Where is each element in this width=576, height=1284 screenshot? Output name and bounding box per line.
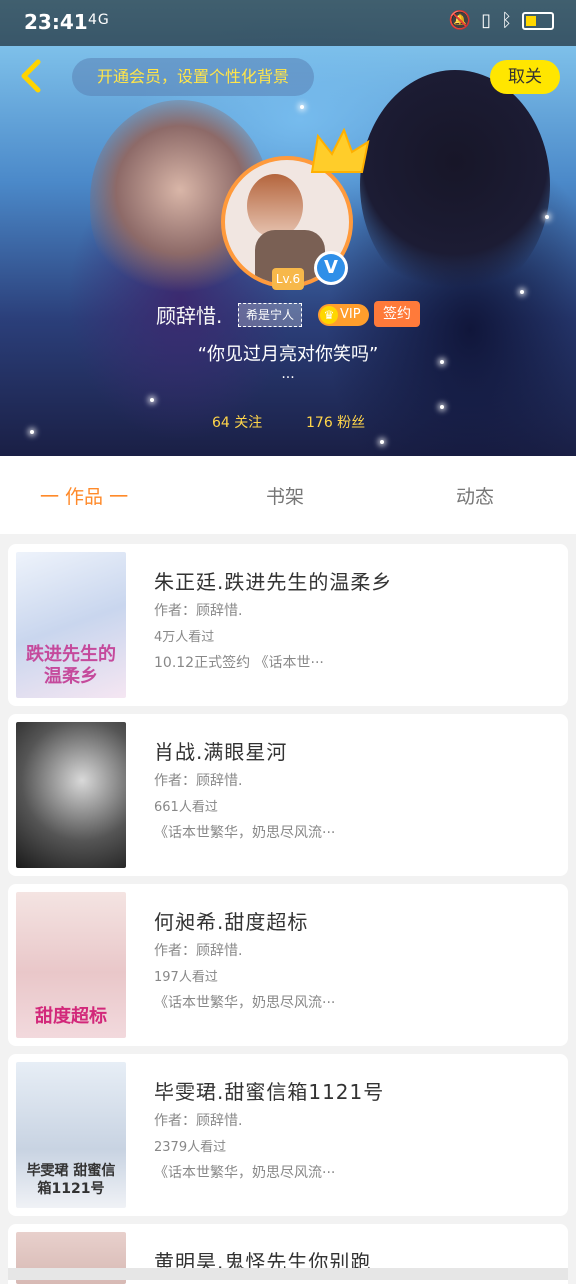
- scrollbar[interactable]: [8, 1268, 568, 1280]
- work-card[interactable]: 毕雯珺 甜蜜信箱1121号 毕雯珺.甜蜜信箱1121号 作者：顾辞惜. 2379…: [8, 1054, 568, 1216]
- follow-count[interactable]: 64 关注: [212, 412, 262, 432]
- level-badge: Lv.6: [272, 268, 304, 290]
- work-reads: 4万人看过: [154, 630, 215, 645]
- sparkle-icon: [545, 215, 549, 219]
- battery-icon: [522, 11, 554, 30]
- work-author: 作者：顾辞惜.: [154, 603, 243, 619]
- status-bar: 23:41 4G 🔕 ▯ ᛒ: [0, 0, 576, 46]
- back-icon[interactable]: [14, 58, 50, 94]
- cover-title: 跌进先生的温柔乡: [26, 644, 116, 687]
- crown-small-icon: ♛: [320, 306, 338, 324]
- profile-tabs: 一 作品 一 书架 动态: [0, 456, 576, 534]
- vip-label: VIP: [340, 307, 361, 322]
- tab-activity[interactable]: 动态: [456, 482, 494, 509]
- work-author: 作者：顾辞惜.: [154, 1113, 243, 1129]
- work-reads: 2379人看过: [154, 1140, 227, 1155]
- background-figure-right: [360, 70, 550, 300]
- sparkle-icon: [440, 405, 444, 409]
- motto-expand[interactable]: ···: [0, 370, 576, 386]
- work-author: 作者：顾辞惜.: [154, 943, 243, 959]
- work-cover[interactable]: [16, 722, 126, 868]
- work-cover[interactable]: 跌进先生的温柔乡: [16, 552, 126, 698]
- sparkle-icon: [300, 105, 304, 109]
- profile-motto: “你见过月亮对你笑吗”: [197, 344, 379, 365]
- signed-badge: 签约: [374, 301, 420, 327]
- bluetooth-icon: ᛒ: [501, 10, 512, 31]
- work-description: 《话本世繁华，奶思尽风流···: [154, 1165, 336, 1181]
- work-card[interactable]: 甜度超标 何昶希.甜度超标 作者：顾辞惜. 197人看过 《话本世繁华，奶思尽风…: [8, 884, 568, 1046]
- sparkle-icon: [520, 290, 524, 294]
- work-card[interactable]: 肖战.满眼星河 作者：顾辞惜. 661人看过 《话本世繁华，奶思尽风流···: [8, 714, 568, 876]
- signal-icon: 4G: [88, 12, 110, 28]
- work-description: 《话本世繁华，奶思尽风流···: [154, 825, 336, 841]
- work-author: 作者：顾辞惜.: [154, 773, 243, 789]
- sparkle-icon: [30, 430, 34, 434]
- work-title[interactable]: 朱正廷.跌进先生的温柔乡: [154, 566, 392, 595]
- work-title[interactable]: 何昶希.甜度超标: [154, 906, 308, 935]
- vip-background-banner[interactable]: 开通会员，设置个性化背景: [72, 58, 314, 96]
- username-tag: 希是宁人: [238, 303, 302, 327]
- sparkle-icon: [380, 440, 384, 444]
- verified-mark: V: [317, 254, 345, 282]
- work-description: 10.12正式签约 《话本世···: [154, 655, 324, 671]
- sparkle-icon: [150, 398, 154, 402]
- status-icons: 🔕 ▯ ᛒ: [449, 10, 554, 31]
- work-cover[interactable]: 毕雯珺 甜蜜信箱1121号: [16, 1062, 126, 1208]
- work-cover[interactable]: 甜度超标: [16, 892, 126, 1038]
- tab-works[interactable]: 一 作品 一: [40, 482, 128, 509]
- work-title[interactable]: 毕雯珺.甜蜜信箱1121号: [154, 1076, 384, 1105]
- cover-title: 甜度超标: [35, 1006, 107, 1027]
- vip-badge: ♛ VIP: [318, 304, 369, 326]
- cover-title: 毕雯珺 甜蜜信箱1121号: [26, 1163, 116, 1197]
- vibrate-icon: ▯: [481, 10, 492, 31]
- unfollow-button[interactable]: 取关: [490, 60, 560, 94]
- crown-icon: [310, 128, 370, 173]
- avatar-face: [247, 174, 303, 238]
- work-reads: 661人看过: [154, 800, 218, 815]
- status-time: 23:41: [24, 10, 88, 34]
- mute-icon: 🔕: [448, 10, 472, 31]
- work-card[interactable]: 跌进先生的温柔乡 朱正廷.跌进先生的温柔乡 作者：顾辞惜. 4万人看过 10.1…: [8, 544, 568, 706]
- work-description: 《话本世繁华，奶思尽风流···: [154, 995, 336, 1011]
- username: 顾辞惜.: [156, 304, 223, 328]
- work-reads: 197人看过: [154, 970, 218, 985]
- fans-count[interactable]: 176 粉丝: [306, 412, 365, 432]
- work-title[interactable]: 肖战.满眼星河: [154, 736, 287, 765]
- tab-bookshelf[interactable]: 书架: [266, 482, 304, 509]
- verified-icon: V: [314, 251, 348, 285]
